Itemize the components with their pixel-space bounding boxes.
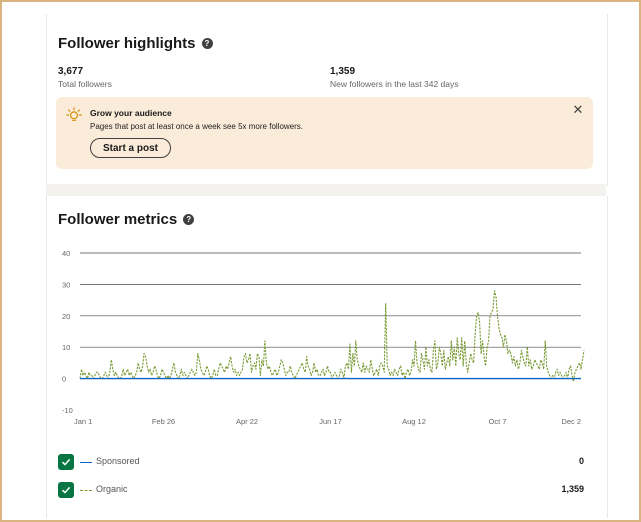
x-tick-label: Aug 12 <box>402 417 426 426</box>
sponsored-swatch <box>80 462 92 463</box>
y-tick-label: 30 <box>62 280 70 289</box>
checkmark-icon <box>61 486 71 494</box>
y-tick-label: 40 <box>62 249 70 258</box>
sponsored-checkbox[interactable] <box>58 454 74 470</box>
x-tick-label: Jan 1 <box>74 417 92 426</box>
x-tick-label: Jun 17 <box>319 417 342 426</box>
checkmark-icon <box>61 458 71 466</box>
organic-label: Organic <box>96 484 128 494</box>
x-tick-label: Oct 7 <box>489 417 507 426</box>
organic-swatch <box>80 490 92 491</box>
follower-metrics-chart: -10 0 10 20 30 40 Jan 1 Feb 26 Apr 22 Jun 17 Aug 1… <box>62 249 585 426</box>
x-tick-label: Dec 2 <box>561 417 581 426</box>
legend-row-sponsored[interactable]: Sponsored 0 <box>58 454 584 472</box>
x-tick-label: Apr 22 <box>236 417 258 426</box>
sponsored-label: Sponsored <box>96 456 140 466</box>
y-tick-label: -10 <box>62 406 73 415</box>
x-tick-label: Feb 26 <box>152 417 175 426</box>
sponsored-value: 0 <box>578 456 584 466</box>
y-tick-label: 20 <box>62 312 70 321</box>
y-tick-label: 10 <box>62 343 70 352</box>
organic-value: 1,359 <box>561 484 584 494</box>
y-tick-label: 0 <box>62 375 66 384</box>
organic-series-line <box>79 290 585 383</box>
organic-checkbox[interactable] <box>58 482 74 498</box>
legend-row-organic[interactable]: Organic 1,359 <box>58 482 584 500</box>
